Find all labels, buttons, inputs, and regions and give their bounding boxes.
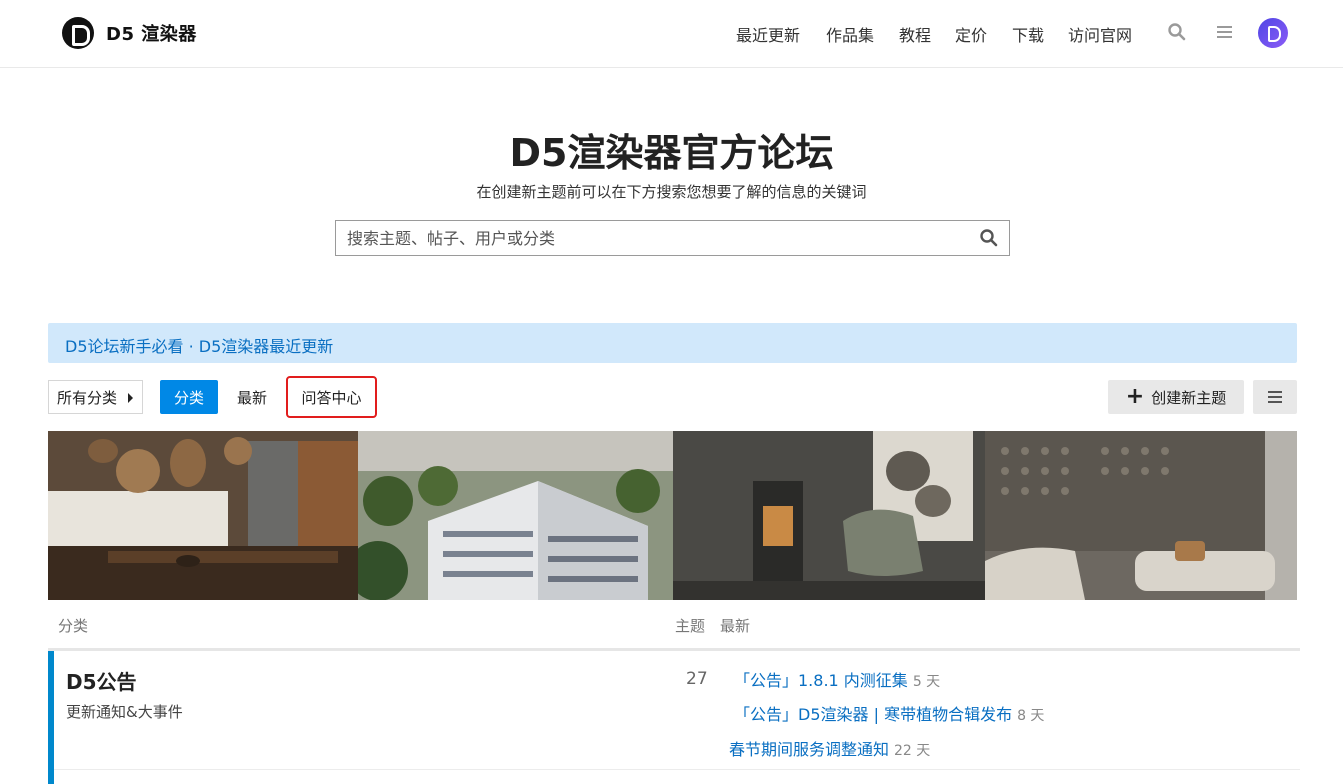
topic-count: 27: [686, 669, 708, 689]
latest-topic-1[interactable]: 「公告」1.8.1 内测征集 5 天: [734, 667, 940, 691]
latest-topic-2[interactable]: 「公告」D5渲染器 | 寒带植物合辑发布 8 天: [734, 701, 1044, 725]
nav-tutorials[interactable]: 教程: [899, 22, 931, 46]
caret-right-icon: [128, 393, 133, 403]
create-topic-button[interactable]: + 创建新主题: [1108, 380, 1244, 414]
kitchen-render-image: [48, 431, 358, 600]
latest-topic-3[interactable]: 春节期间服务调整通知 22 天: [729, 736, 930, 760]
category-row[interactable]: D5公告 更新通知&大事件 27 「公告」1.8.1 内测征集 5 天 「公告」D…: [48, 651, 1300, 784]
topic-title[interactable]: 春节期间服务调整通知: [729, 740, 889, 759]
topic-age: 22 天: [894, 743, 931, 759]
list-icon: [1268, 391, 1282, 403]
topic-title[interactable]: 「公告」1.8.1 内测征集: [734, 671, 908, 690]
list-menu-button[interactable]: [1253, 380, 1297, 414]
page-title: D5渲染器官方论坛: [509, 131, 834, 175]
topic-age: 5 天: [912, 674, 941, 690]
nav-gallery[interactable]: 作品集: [826, 22, 874, 46]
search-submit-icon[interactable]: [979, 228, 999, 248]
tab-latest[interactable]: 最新: [226, 380, 278, 414]
nav-recent-updates[interactable]: 最近更新: [736, 22, 800, 46]
col-header-latest: 最新: [720, 617, 751, 635]
nav-download[interactable]: 下载: [1012, 22, 1044, 46]
top-header: D5 渲染器 最近更新 作品集 教程 定价 下载 访问官网: [0, 0, 1343, 68]
d5-logo-icon: [62, 17, 94, 49]
topic-title[interactable]: 「公告」D5渲染器 | 寒带植物合辑发布: [734, 705, 1012, 724]
tab-qa-center[interactable]: 问答中心: [286, 376, 377, 418]
logo-text: D5 渲染器: [106, 24, 197, 45]
user-avatar[interactable]: [1258, 18, 1288, 48]
col-header-category: 分类: [58, 617, 89, 635]
category-description: 更新通知&大事件: [66, 703, 183, 721]
banner-link[interactable]: D5论坛新手必看 · D5渲染器最近更新: [65, 333, 333, 357]
nav-pricing[interactable]: 定价: [955, 22, 987, 46]
create-topic-label: 创建新主题: [1151, 388, 1227, 407]
forum-search: [335, 220, 1010, 256]
col-header-topics: 主题: [675, 617, 706, 635]
building-render-image: [358, 431, 673, 600]
search-input[interactable]: [336, 221, 966, 255]
announcement-banner: D5论坛新手必看 · D5渲染器最近更新: [48, 323, 1297, 363]
living-room-render-image: [673, 431, 985, 600]
tab-categories[interactable]: 分类: [160, 380, 218, 414]
topic-age: 8 天: [1017, 708, 1045, 724]
category-color-bar: [48, 651, 54, 784]
featured-render-strip: [48, 431, 1297, 600]
plus-icon: +: [1125, 384, 1145, 409]
category-dropdown[interactable]: 所有分类: [48, 380, 143, 414]
nav-official-site[interactable]: 访问官网: [1068, 22, 1132, 46]
page-subtitle: 在创建新主题前可以在下方搜索您想要了解的信息的关键词: [476, 183, 867, 201]
dropdown-label: 所有分类: [57, 388, 118, 407]
site-logo[interactable]: D5 渲染器: [62, 17, 197, 49]
hamburger-menu-icon[interactable]: [1216, 22, 1234, 42]
category-name[interactable]: D5公告: [66, 666, 137, 695]
search-icon[interactable]: [1167, 22, 1187, 42]
lounge-render-image: [985, 431, 1297, 600]
